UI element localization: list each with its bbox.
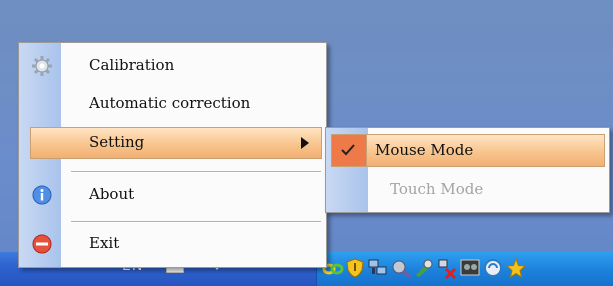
menu-item-label: Setting [89, 133, 145, 151]
checkmark-icon [341, 144, 355, 156]
submenu-item-touch-mode: Touch Mode [326, 172, 609, 206]
menu-separator [71, 171, 321, 173]
submenu-item-mouse-mode[interactable]: Mouse Mode [331, 134, 605, 167]
network-error-icon[interactable] [436, 257, 458, 279]
menu-item-label: About [89, 185, 135, 203]
checkmark-box [332, 135, 367, 166]
menu-item-about[interactable]: About [19, 178, 326, 212]
menu-item-automatic-correction[interactable]: Automatic correction [19, 87, 326, 121]
star-icon[interactable] [505, 257, 527, 279]
info-icon [32, 185, 52, 205]
menu-item-exit[interactable]: Exit [19, 227, 326, 261]
menu-item-label: Exit [89, 234, 120, 252]
tool-icon[interactable] [413, 257, 435, 279]
shield-icon[interactable] [344, 257, 366, 279]
exit-icon [32, 234, 52, 254]
menu-separator [71, 221, 321, 223]
display-icon[interactable] [459, 257, 481, 279]
submenu-item-label: Touch Mode [390, 180, 484, 198]
submenu-item-label: Mouse Mode [375, 141, 474, 159]
network-icon[interactable] [367, 257, 389, 279]
gear-icon [32, 56, 52, 76]
context-menu: Calibration Automatic correction Setting… [18, 42, 327, 268]
submenu-arrow-icon [301, 137, 309, 149]
menu-item-setting[interactable]: Setting [30, 127, 322, 159]
satellite-icon[interactable] [390, 257, 412, 279]
menu-item-label: Automatic correction [89, 94, 251, 112]
sync-icon[interactable] [482, 257, 504, 279]
menu-item-label: Calibration [89, 56, 175, 74]
setting-submenu: Mouse Mode Touch Mode [325, 127, 610, 213]
menu-item-calibration[interactable]: Calibration [19, 49, 326, 83]
